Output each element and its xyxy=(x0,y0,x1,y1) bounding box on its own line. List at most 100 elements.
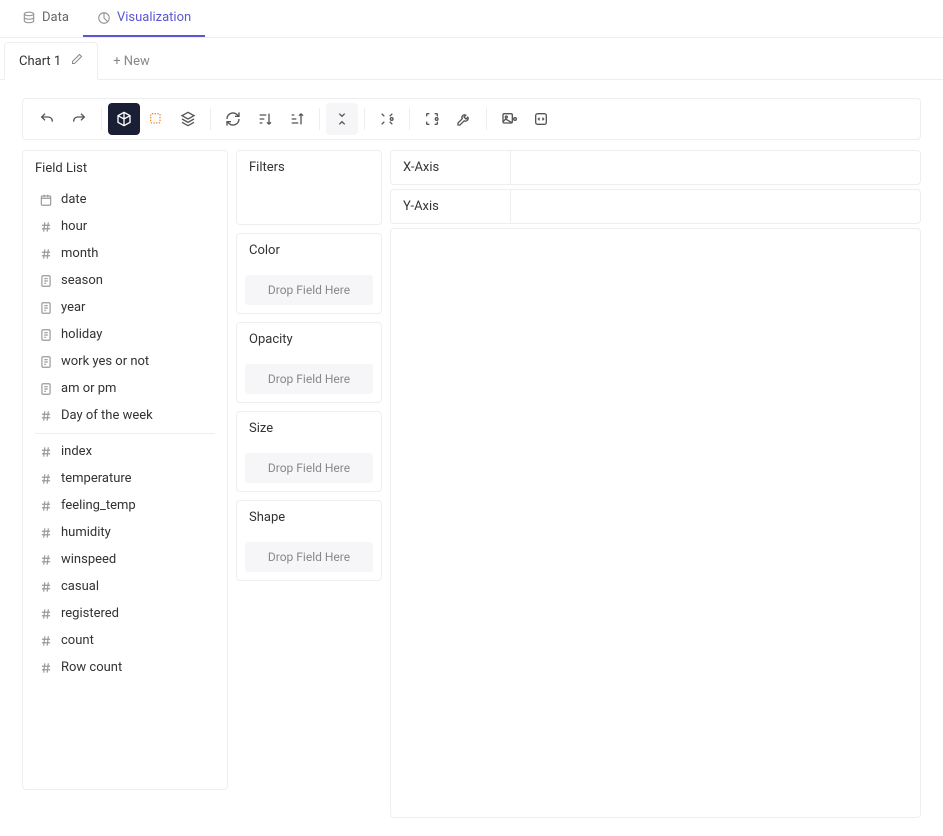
field-label: temperature xyxy=(61,471,132,486)
field-item[interactable]: month xyxy=(35,240,215,267)
field-item[interactable]: casual xyxy=(35,573,215,600)
text-icon xyxy=(39,355,53,369)
field-item[interactable]: temperature xyxy=(35,465,215,492)
size-drop[interactable]: Drop Field Here xyxy=(245,453,373,483)
field-label: month xyxy=(61,246,98,261)
field-label: date xyxy=(61,192,87,207)
sort-desc-button[interactable] xyxy=(281,103,313,135)
field-item[interactable]: Row count xyxy=(35,654,215,681)
text-icon xyxy=(39,301,53,315)
number-icon xyxy=(39,472,53,486)
filters-label: Filters xyxy=(237,151,381,184)
tab-data[interactable]: Data xyxy=(8,0,83,37)
field-item[interactable]: winspeed xyxy=(35,546,215,573)
field-label: hour xyxy=(61,219,87,234)
separator xyxy=(210,108,211,130)
field-item[interactable]: feeling_temp xyxy=(35,492,215,519)
field-label: Row count xyxy=(61,660,122,675)
separator xyxy=(101,108,102,130)
field-label: holiday xyxy=(61,327,102,342)
opacity-shelf[interactable]: Opacity Drop Field Here xyxy=(236,322,382,403)
cube-button[interactable] xyxy=(108,103,140,135)
size-label: Size xyxy=(237,412,381,445)
chart-tab-1-label: Chart 1 xyxy=(19,54,61,69)
text-icon xyxy=(39,328,53,342)
field-item[interactable]: hour xyxy=(35,213,215,240)
undo-button[interactable] xyxy=(31,103,63,135)
field-list-panel: Field List date hour month season year holida… xyxy=(22,150,228,790)
field-item[interactable]: count xyxy=(35,627,215,654)
separator xyxy=(409,108,410,130)
y-axis-shelf[interactable]: Y-Axis xyxy=(390,189,921,224)
field-item[interactable]: year xyxy=(35,294,215,321)
axes-button[interactable] xyxy=(326,103,358,135)
chart-canvas[interactable] xyxy=(390,228,921,818)
number-icon xyxy=(39,634,53,648)
field-label: count xyxy=(61,633,94,648)
field-item[interactable]: humidity xyxy=(35,519,215,546)
redo-button[interactable] xyxy=(63,103,95,135)
field-label: am or pm xyxy=(61,381,116,396)
workspace: Field List date hour month season year holida… xyxy=(0,80,943,836)
color-shelf[interactable]: Color Drop Field Here xyxy=(236,233,382,314)
refresh-button[interactable] xyxy=(217,103,249,135)
edit-icon[interactable] xyxy=(71,53,83,69)
number-icon xyxy=(39,526,53,540)
image-settings-button[interactable] xyxy=(493,103,525,135)
tab-data-label: Data xyxy=(42,10,69,25)
separator xyxy=(319,108,320,130)
chart-tab-1[interactable]: Chart 1 xyxy=(4,42,98,80)
field-item[interactable]: season xyxy=(35,267,215,294)
chart-icon xyxy=(97,11,111,25)
field-label: casual xyxy=(61,579,99,594)
tab-visualization-label: Visualization xyxy=(117,10,191,25)
filters-drop[interactable] xyxy=(237,184,381,224)
select-button[interactable] xyxy=(140,103,172,135)
color-label: Color xyxy=(237,234,381,267)
separator xyxy=(486,108,487,130)
field-list-title: Field List xyxy=(35,161,215,176)
shape-shelf[interactable]: Shape Drop Field Here xyxy=(236,500,382,581)
toolbar xyxy=(22,98,921,140)
y-axis-drop[interactable] xyxy=(511,190,920,223)
tab-visualization[interactable]: Visualization xyxy=(83,0,205,37)
chart-tab-new-label: + New xyxy=(113,54,150,69)
chart-tab-new[interactable]: + New xyxy=(98,42,165,79)
field-label: season xyxy=(61,273,103,288)
number-icon xyxy=(39,247,53,261)
fields-container: date hour month season year holiday work yes o… xyxy=(35,186,215,681)
field-item[interactable]: work yes or not xyxy=(35,348,215,375)
number-icon xyxy=(39,409,53,423)
field-item[interactable]: holiday xyxy=(35,321,215,348)
opacity-drop[interactable]: Drop Field Here xyxy=(245,364,373,394)
field-item[interactable]: date xyxy=(35,186,215,213)
field-item[interactable]: Day of the week xyxy=(35,402,215,429)
number-icon xyxy=(39,499,53,513)
x-axis-label: X-Axis xyxy=(391,151,511,184)
database-icon xyxy=(22,11,36,25)
x-axis-drop[interactable] xyxy=(511,151,920,184)
wrench-button[interactable] xyxy=(448,103,480,135)
filters-shelf[interactable]: Filters xyxy=(236,150,382,225)
shape-label: Shape xyxy=(237,501,381,534)
target-settings-button[interactable] xyxy=(416,103,448,135)
field-label: feeling_temp xyxy=(61,498,136,513)
separator xyxy=(364,108,365,130)
chart-tabs: Chart 1 + New xyxy=(0,42,943,80)
field-item[interactable]: index xyxy=(35,438,215,465)
sort-asc-button[interactable] xyxy=(249,103,281,135)
field-item[interactable]: registered xyxy=(35,600,215,627)
layers-button[interactable] xyxy=(172,103,204,135)
shape-drop[interactable]: Drop Field Here xyxy=(245,542,373,572)
y-axis-label: Y-Axis xyxy=(391,190,511,223)
x-axis-shelf[interactable]: X-Axis xyxy=(390,150,921,185)
text-icon xyxy=(39,382,53,396)
code-button[interactable] xyxy=(525,103,557,135)
expand-settings-button[interactable] xyxy=(371,103,403,135)
encoding-column: Filters Color Drop Field Here Opacity Dr… xyxy=(236,150,382,581)
field-label: registered xyxy=(61,606,119,621)
field-item[interactable]: am or pm xyxy=(35,375,215,402)
color-drop[interactable]: Drop Field Here xyxy=(245,275,373,305)
number-icon xyxy=(39,445,53,459)
size-shelf[interactable]: Size Drop Field Here xyxy=(236,411,382,492)
